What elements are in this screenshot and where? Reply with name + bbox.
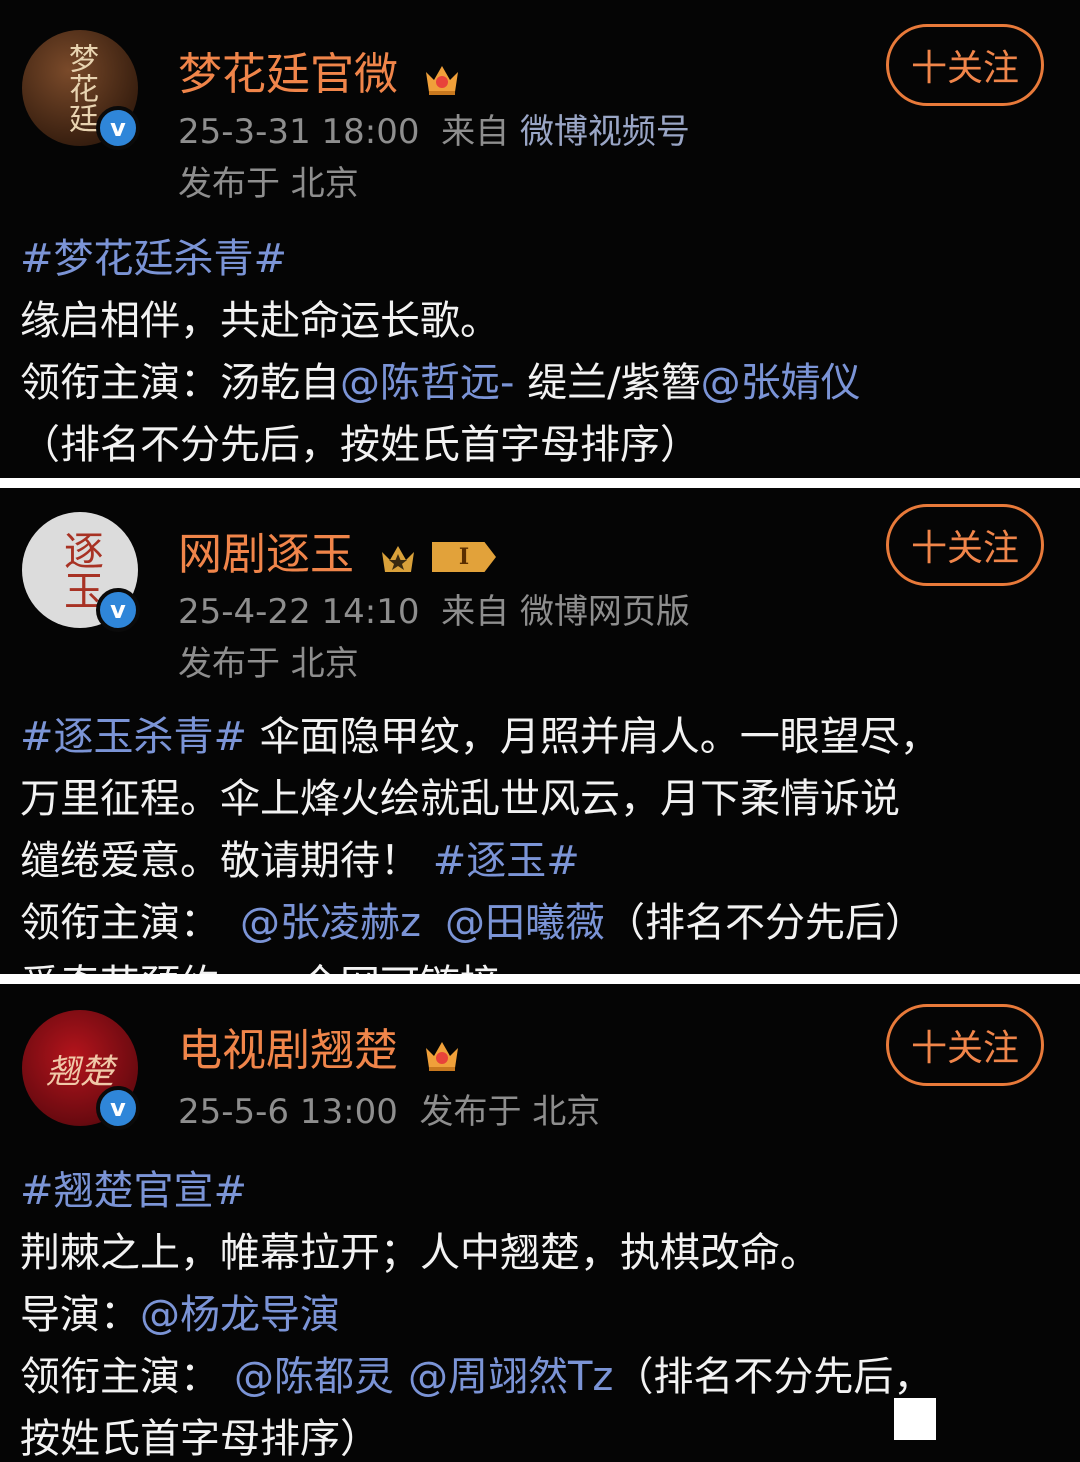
post-date: 25-4-22 14:10 (178, 592, 420, 632)
hashtag-link[interactable]: #逐玉# (433, 838, 580, 884)
post-body: #梦花廷杀青# 缘启相伴，共赴命运长歌。 领衔主演：汤乾自@陈哲远- 缇兰/紫簪… (20, 228, 1060, 476)
watermark-icon (894, 1398, 936, 1440)
post-location: 发布于 北京 (178, 164, 359, 204)
avatar-calligraphy: 翘楚 (46, 1051, 114, 1092)
post-text: 万里征程。伞上烽火绘就乱世风云，月下柔情诉说 (20, 776, 900, 822)
post-body: #逐玉杀青# 伞面隐甲纹，月照并肩人。一眼望尽， 万里征程。伞上烽火绘就乱世风云… (20, 706, 1060, 974)
post-text: 缘启相伴，共赴命运长歌。 (20, 298, 500, 344)
mention-link[interactable]: @陈都灵 (234, 1354, 394, 1400)
post-location: 发布于 北京 (419, 1092, 601, 1132)
level-badge: I (432, 542, 496, 572)
mention-link[interactable]: @田曦薇 (445, 900, 605, 946)
verified-icon: v (96, 1086, 140, 1130)
follow-button[interactable]: 十关注 (886, 24, 1044, 106)
crown-icon (378, 538, 418, 576)
follow-button[interactable]: 十关注 (886, 1004, 1044, 1086)
account-name[interactable]: 电视剧翘楚 (178, 1014, 462, 1078)
post-source-link[interactable]: 微博视频号 (520, 112, 690, 152)
mention-link[interactable]: @张凌赫z (240, 900, 421, 946)
mention-link[interactable]: @杨龙导演 (140, 1292, 340, 1338)
screenshot-divider (0, 974, 1080, 984)
verified-icon: v (96, 106, 140, 150)
post-date: 25-5-6 13:00 (178, 1092, 398, 1132)
weibo-post-2: 逐玉 v 网剧逐玉 I 25-4-22 14:10 来自 微博网页版 发布于 北… (0, 488, 1080, 974)
account-name[interactable]: 梦花廷官微 (178, 38, 462, 102)
post-text: （排名不分先后，按姓氏首字母排序） (20, 422, 700, 468)
mention-link[interactable]: @张婧仪 (701, 360, 861, 406)
mention-link[interactable]: @周翊然Tz (408, 1354, 613, 1400)
post-location: 发布于 北京 (178, 644, 359, 684)
weibo-post-3: 翘楚 v 电视剧翘楚 25-5-6 13:00 发布于 北京 十关注 #翘楚官宣… (0, 984, 1080, 1462)
post-meta: 25-5-6 13:00 发布于 北京 (178, 1084, 600, 1133)
screenshot-divider (0, 478, 1080, 488)
mention-link[interactable]: @陈哲远- (340, 360, 514, 406)
avatar-calligraphy: 梦花廷 (63, 43, 98, 133)
follow-button[interactable]: 十关注 (886, 504, 1044, 586)
post-meta: 25-3-31 18:00 来自 微博视频号 (178, 104, 690, 153)
crown-icon (422, 1034, 462, 1072)
hashtag-link[interactable]: #翘楚官宣# (20, 1168, 247, 1214)
from-label: 来自 (441, 592, 510, 632)
verified-icon: v (96, 588, 140, 632)
post-source: 微博网页版 (519, 592, 690, 632)
post-meta: 25-4-22 14:10 来自 微博网页版 (178, 584, 690, 633)
post-date: 25-3-31 18:00 (178, 112, 420, 152)
from-label: 来自 (441, 112, 510, 152)
account-name[interactable]: 网剧逐玉 I (178, 518, 496, 582)
crown-icon (422, 58, 462, 96)
avatar-calligraphy: 逐玉 (57, 530, 103, 610)
hashtag-link[interactable]: #逐玉杀青# (20, 714, 247, 760)
weibo-post-1: 梦花廷 v 梦花廷官微 25-3-31 18:00 来自 微博视频号 发布于 北… (0, 0, 1080, 478)
post-text: 荆棘之上，帷幕拉开；人中翘楚，执棋改命。 (20, 1230, 820, 1276)
post-text-cut: 爱奇艺预约一一全网可链接 (20, 954, 1060, 974)
hashtag-link[interactable]: #梦花廷杀青# (20, 236, 287, 282)
